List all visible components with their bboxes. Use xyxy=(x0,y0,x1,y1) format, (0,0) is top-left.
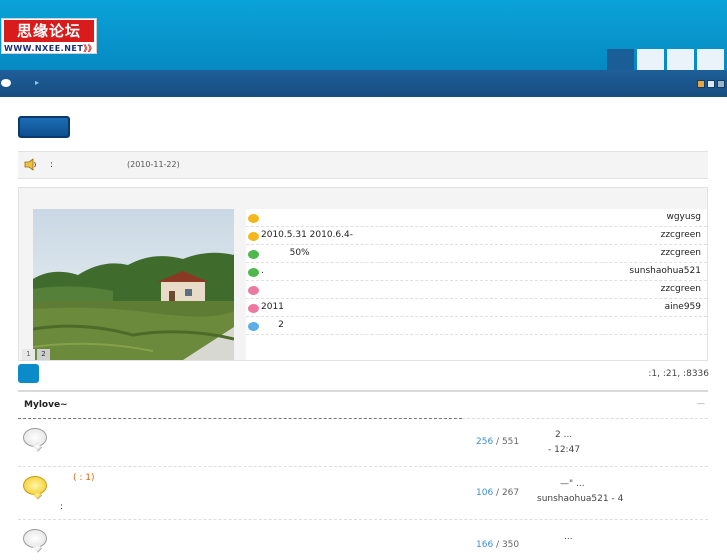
forum-counts: 106 / 267 xyxy=(476,488,520,498)
thread-author[interactable]: aine959 xyxy=(665,302,701,312)
thread-title[interactable]: 2 xyxy=(261,320,284,330)
thread-title[interactable]: 2010.5.31 2010.6.4- xyxy=(261,230,353,240)
new-post-button[interactable] xyxy=(18,116,70,138)
logo-text: 思缘论坛 xyxy=(4,20,94,42)
forum-section-title[interactable]: Mylove~ xyxy=(24,400,68,410)
tab-3[interactable] xyxy=(667,49,694,70)
forum-stats: :1, :21, :8336 xyxy=(648,369,709,379)
announcement-label: : xyxy=(50,160,54,170)
thread-author[interactable]: zzcgreen xyxy=(661,230,701,240)
thread-author[interactable]: zzcgreen xyxy=(661,248,701,258)
forum-status-icon xyxy=(23,529,47,548)
tab-4[interactable] xyxy=(697,49,724,70)
theme-orange[interactable] xyxy=(697,80,705,88)
collapse-icon[interactable]: — xyxy=(697,399,705,408)
thread-author[interactable]: wgyusg xyxy=(666,212,701,222)
announcement-bar xyxy=(18,151,708,179)
thread-status-icon xyxy=(248,286,259,295)
thread-row[interactable]: . sunshaohua521 xyxy=(246,263,707,281)
thread-status-icon xyxy=(248,214,259,223)
slideshow-pager: 1 2 xyxy=(22,349,50,360)
logo-url: WWW.NXEE.NET》》 xyxy=(4,44,97,53)
thread-status-icon xyxy=(248,268,259,277)
thread-row[interactable]: wgyusg xyxy=(246,209,707,227)
site-logo[interactable]: 思缘论坛 WWW.NXEE.NET》》 xyxy=(1,18,97,54)
forum-last-time: - 12:47 xyxy=(548,445,581,455)
nav-bar xyxy=(0,70,727,97)
thread-author[interactable]: sunshaohua521 xyxy=(629,266,701,276)
tab-1[interactable] xyxy=(607,49,634,70)
thread-row[interactable]: 2011 aine959 xyxy=(246,299,707,317)
forum-last-author[interactable]: sunshaohua521 - 4 xyxy=(537,494,623,504)
slide-page-1[interactable]: 1 xyxy=(22,349,35,360)
thread-row[interactable]: 2010.5.31 2010.6.4- zzcgreen xyxy=(246,227,707,245)
forum-last-post[interactable]: —" ... xyxy=(560,479,585,489)
forum-status-icon xyxy=(23,428,47,447)
thread-title[interactable]: . xyxy=(261,266,264,276)
thread-author[interactable]: zzcgreen xyxy=(661,284,701,294)
stats-toggle-button[interactable] xyxy=(18,364,39,383)
forum-new-posts-icon xyxy=(23,476,47,495)
theme-light[interactable] xyxy=(707,80,715,88)
breadcrumb-arrow-icon: ▸ xyxy=(35,78,40,87)
forum-row[interactable]: ( : 1) : 106 / 267 —" ... sunshaohua521 … xyxy=(18,467,708,520)
thread-row[interactable]: zzcgreen xyxy=(246,281,707,299)
speaker-icon xyxy=(24,158,36,171)
slide-page-2[interactable]: 2 xyxy=(37,349,50,360)
thread-status-icon xyxy=(248,250,259,259)
section-divider xyxy=(18,390,708,392)
forum-counts: 166 / 350 xyxy=(476,540,520,550)
forum-row[interactable]: 166 / 350 ... xyxy=(18,520,708,560)
announcement-date[interactable]: (2010-11-22) xyxy=(127,160,180,169)
featured-photo[interactable] xyxy=(33,209,234,360)
header-tabs xyxy=(607,49,724,70)
theme-switcher xyxy=(697,80,725,88)
chat-icon[interactable] xyxy=(1,79,11,87)
thread-row[interactable]: 2 xyxy=(246,317,707,335)
forum-counts: 256 / 551 xyxy=(476,437,520,447)
thread-title[interactable]: 50% xyxy=(261,248,310,258)
tab-2[interactable] xyxy=(637,49,664,70)
theme-grey[interactable] xyxy=(717,80,725,88)
thread-status-icon xyxy=(248,232,259,241)
thread-status-icon xyxy=(248,304,259,313)
thread-row[interactable]: 50% zzcgreen xyxy=(246,245,707,263)
forum-today-count: ( : 1) xyxy=(73,473,95,483)
forum-last-post[interactable]: 2 ... xyxy=(555,430,572,440)
thread-list: wgyusg 2010.5.31 2010.6.4- zzcgreen 50% … xyxy=(246,209,707,360)
thread-title[interactable]: 2011 xyxy=(261,302,284,312)
forum-moderator: : xyxy=(60,502,64,512)
forum-row[interactable]: 256 / 551 2 ... - 12:47 xyxy=(18,419,708,467)
forum-last-post[interactable]: ... xyxy=(564,532,573,542)
thread-status-icon xyxy=(248,322,259,331)
